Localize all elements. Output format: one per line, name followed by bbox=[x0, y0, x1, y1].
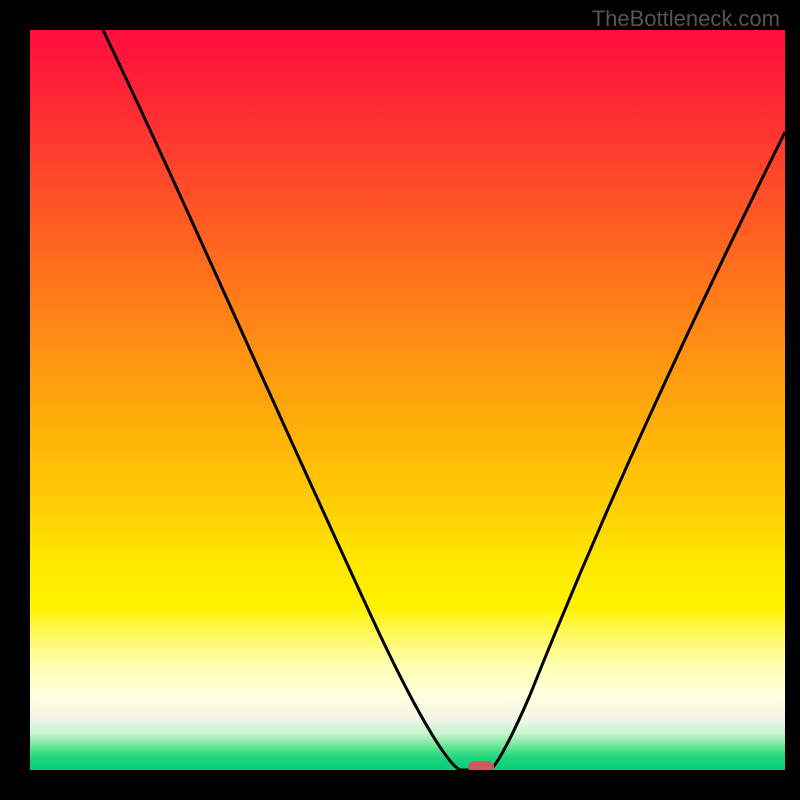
watermark-text: TheBottleneck.com bbox=[592, 6, 780, 32]
curve-svg bbox=[30, 30, 785, 770]
plot-area bbox=[30, 30, 785, 770]
optimal-marker bbox=[468, 761, 494, 770]
bottleneck-curve bbox=[103, 30, 785, 770]
